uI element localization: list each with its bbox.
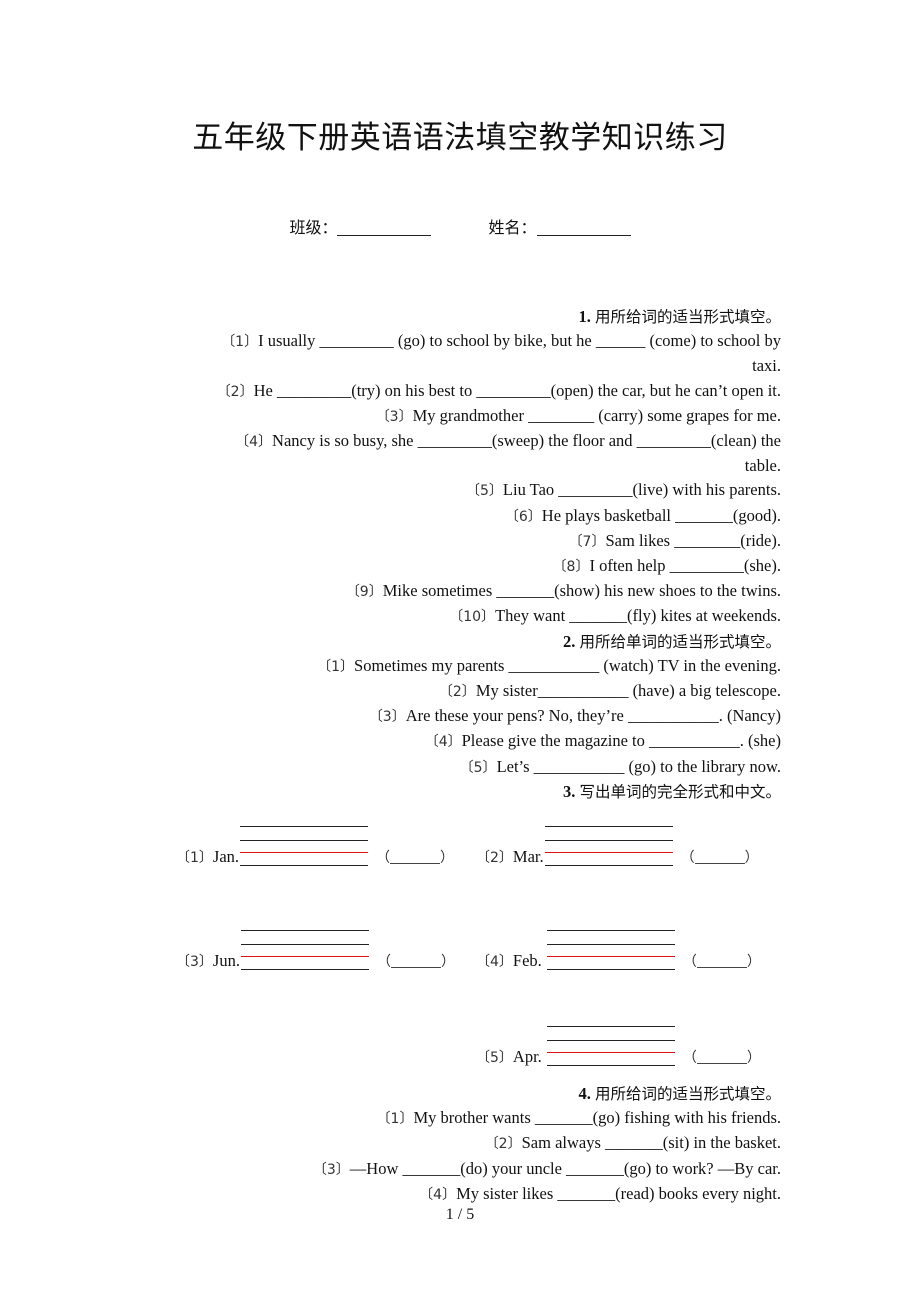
s1-item-7: 〔7〕Sam likes ________(ride). (568, 530, 781, 550)
section-2-heading: 2. 用所给单词的适当形式填空。 (562, 631, 781, 651)
name-field: 姓名： (489, 214, 631, 238)
s2-item-1: 〔1〕Sometimes my parents ___________ (wat… (317, 655, 781, 675)
s1-item-8: 〔8〕I often help _________(she). (552, 556, 781, 576)
class-label: 班级： (289, 218, 338, 237)
section-1-heading: 1. 用所给词的适当形式填空。 (578, 307, 781, 326)
meaning-blank[interactable] (694, 849, 745, 865)
section-4-heading: 4. 用所给词的适当形式填空。 (578, 1084, 781, 1104)
s1-item-1: 〔1〕I usually _________ (go) to school by… (221, 331, 781, 351)
name-label: 姓名： (488, 218, 537, 237)
s2-item-2: 〔2〕My sister___________ (have) a big tel… (438, 681, 781, 701)
s1-item-5: 〔5〕Liu Tao _________(live) with his pare… (465, 480, 781, 500)
s2-item-5: 〔5〕Let’s ___________ (go) to the library… (459, 756, 781, 776)
s3-item-2: 〔2〕Mar. （） (476, 826, 759, 868)
s1-item-10: 〔10〕They want _______(fly) kites at week… (449, 606, 781, 626)
class-blank[interactable] (337, 219, 432, 236)
meaning-blank[interactable] (390, 953, 441, 969)
student-info: 班级： 姓名： (0, 214, 920, 238)
four-line-grid[interactable] (544, 826, 673, 868)
s4-item-1: 〔1〕My brother wants _______(go) fishing … (376, 1108, 781, 1128)
s3-item-3: 〔3〕Jun. （） (176, 930, 455, 972)
s1-item-3: 〔3〕My grandmother ________ (carry) some … (375, 405, 781, 425)
s3-row-3: 〔5〕Apr. （） (140, 972, 781, 1068)
page-number: 1 / 5 (445, 1206, 475, 1223)
s2-item-3: 〔3〕Are these your pens? No, they’re ____… (368, 706, 781, 726)
meaning-blank[interactable] (696, 953, 747, 969)
s1-item-2: 〔2〕He _________(try) on his best to ____… (216, 380, 781, 400)
section-3-heading: 3. 写出单词的完全形式和中文。 (562, 781, 781, 801)
meaning-blank[interactable] (390, 849, 441, 865)
s3-row-1: 〔1〕Jan. （） 〔2〕Mar. （） (140, 804, 781, 876)
four-line-grid[interactable] (546, 1026, 675, 1068)
four-line-grid[interactable] (240, 826, 369, 868)
s4-item-2: 〔2〕Sam always _______(sit) in the basket… (484, 1133, 781, 1153)
four-line-grid[interactable] (546, 930, 675, 972)
meaning-blank[interactable] (696, 1049, 747, 1065)
s3-row-2: 〔3〕Jun. （） 〔4〕Feb. （） (140, 876, 781, 972)
s4-item-4: 〔4〕My sister likes _______(read) books e… (419, 1183, 781, 1203)
document-title: 五年级下册英语语法填空教学知识练习 (192, 120, 728, 156)
worksheet-content: 1. 用所给词的适当形式填空。 〔1〕I usually _________ (… (140, 305, 781, 1207)
s2-item-4: 〔4〕Please give the magazine to _________… (424, 731, 781, 751)
s3-item-5: 〔5〕Apr. （） (476, 1026, 761, 1068)
name-blank[interactable] (536, 219, 631, 236)
s1-item-4-cont: table. (744, 456, 781, 476)
s1-item-1-cont: taxi. (752, 356, 781, 376)
class-field: 班级： (289, 214, 432, 238)
s1-item-9: 〔9〕Mike sometimes _______(show) his new … (345, 581, 781, 601)
s3-item-4: 〔4〕Feb. （） (476, 930, 761, 972)
s1-item-6: 〔6〕He plays basketball _______(good). (504, 505, 781, 525)
four-line-grid[interactable] (240, 930, 369, 972)
s4-item-3: 〔3〕—How _______(do) your uncle _______(g… (312, 1158, 781, 1178)
s3-item-1: 〔1〕Jan. （） (176, 826, 454, 868)
s1-item-4: 〔4〕Nancy is so busy, she _________(sweep… (235, 431, 781, 451)
